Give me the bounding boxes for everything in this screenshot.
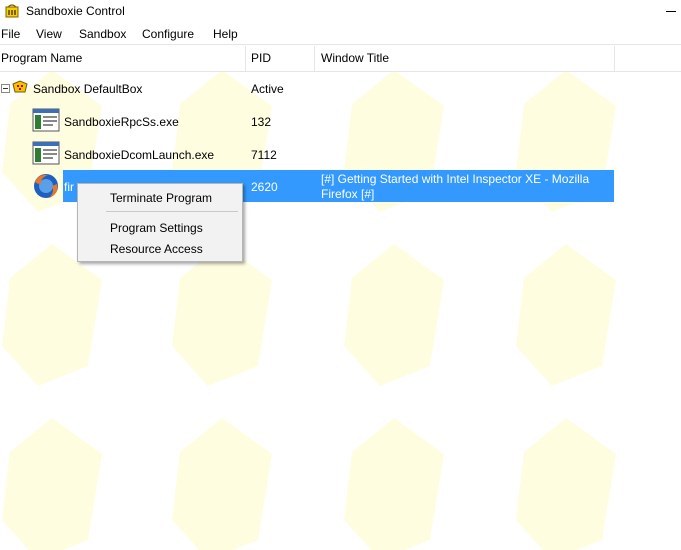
exe-window-icon [32, 108, 60, 132]
menu-file[interactable]: File [1, 27, 20, 41]
process-row[interactable]: SandboxieRpcSs.exe 132 [0, 106, 681, 134]
collapse-toggle[interactable] [1, 84, 10, 93]
minimize-button[interactable] [658, 0, 681, 23]
window-title: Sandboxie Control [26, 4, 125, 18]
menu-separator [106, 211, 238, 212]
menu-configure[interactable]: Configure [142, 27, 194, 41]
menu-help[interactable]: Help [213, 27, 238, 41]
column-divider[interactable] [245, 46, 246, 71]
menu-item-terminate-program[interactable]: Terminate Program [110, 191, 212, 205]
process-name: SandboxieDcomLaunch.exe [64, 148, 215, 162]
menu-sandbox[interactable]: Sandbox [79, 27, 126, 41]
column-window-title[interactable]: Window Title [320, 46, 389, 71]
process-pid: 132 [251, 115, 272, 129]
sandbox-name: Sandbox DefaultBox [33, 82, 143, 96]
process-pid: 7112 [251, 148, 277, 162]
menu-view[interactable]: View [36, 27, 62, 41]
process-pid: 2620 [251, 180, 278, 194]
sandboxie-app-icon [5, 4, 19, 18]
process-name: SandboxieRpcSs.exe [64, 115, 179, 129]
column-divider[interactable] [314, 46, 315, 71]
column-pid[interactable]: PID [250, 46, 271, 71]
sandbox-icon [12, 80, 28, 93]
process-window-title-line2: Firefox [#] [321, 187, 375, 201]
context-menu: Terminate Program Program Settings Resou… [77, 183, 243, 262]
column-header: Program Name PID Window Title [0, 46, 681, 72]
process-row[interactable]: SandboxieDcomLaunch.exe 7112 [0, 139, 681, 167]
menu-item-program-settings[interactable]: Program Settings [110, 221, 203, 235]
process-name: fir [64, 180, 74, 194]
menu-bar: File View Sandbox Configure Help [0, 24, 681, 45]
sandbox-row[interactable]: Sandbox DefaultBox Active [0, 74, 681, 102]
column-divider[interactable] [614, 46, 615, 71]
column-program-name[interactable]: Program Name [0, 46, 82, 71]
exe-window-icon [32, 141, 60, 165]
process-tree[interactable]: Sandbox DefaultBox Active SandboxieRpcSs… [0, 72, 681, 550]
sandbox-status: Active [251, 82, 284, 96]
firefox-icon [34, 174, 58, 198]
process-window-title-line1: [#] Getting Started with Intel Inspector… [321, 172, 590, 186]
menu-item-resource-access[interactable]: Resource Access [110, 242, 203, 256]
title-bar: Sandboxie Control [0, 0, 681, 23]
